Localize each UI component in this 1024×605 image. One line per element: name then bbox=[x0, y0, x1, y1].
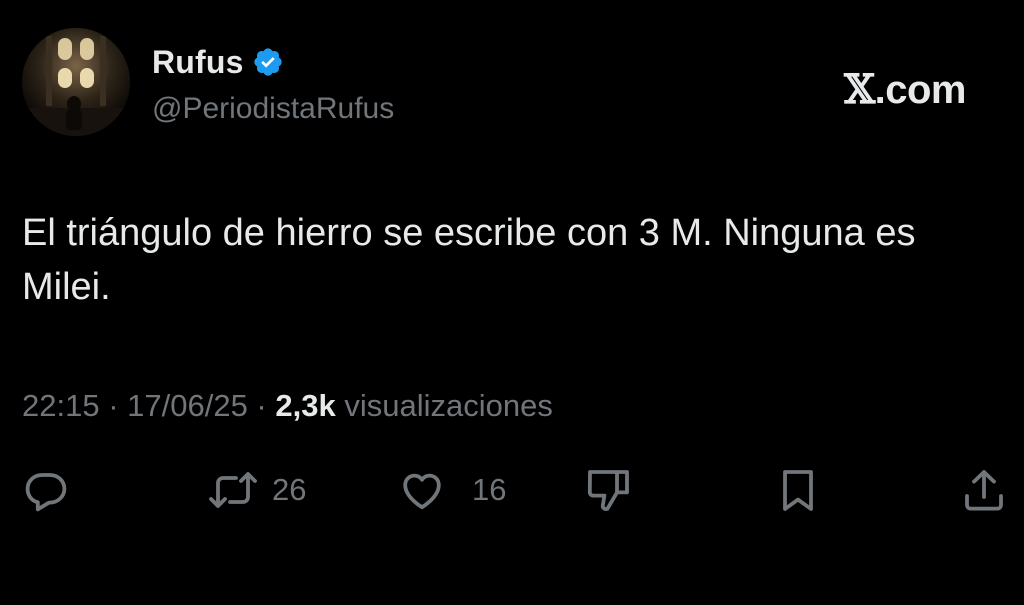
brand-logo: 𝕏.com bbox=[844, 66, 966, 113]
reply-icon bbox=[25, 473, 67, 512]
avatar[interactable] bbox=[22, 28, 130, 136]
share-icon bbox=[965, 470, 1003, 511]
x-logo-mark: 𝕏 bbox=[844, 66, 875, 113]
views-count: 2,3k bbox=[275, 388, 336, 423]
meta-separator: · bbox=[99, 388, 128, 423]
tweet-date[interactable]: 17/06/25 bbox=[127, 388, 248, 423]
author-names: Rufus @PeriodistaRufus bbox=[152, 42, 394, 126]
retweet-count: 26 bbox=[272, 472, 307, 507]
tweet-time[interactable]: 22:15 bbox=[22, 388, 100, 423]
display-name-row: Rufus bbox=[152, 42, 394, 82]
meta-separator: · bbox=[247, 388, 276, 423]
tweet-text: El triángulo de hierro se escribe con 3 … bbox=[22, 212, 916, 308]
share-button[interactable] bbox=[960, 462, 1008, 518]
bookmark-icon bbox=[783, 470, 813, 511]
dislike-button[interactable] bbox=[584, 462, 636, 518]
thumbs-down-icon bbox=[587, 470, 629, 511]
reply-button[interactable] bbox=[22, 462, 82, 518]
like-count: 16 bbox=[472, 472, 507, 507]
like-button[interactable]: 16 bbox=[398, 462, 506, 518]
tweet-header: Rufus @PeriodistaRufus 𝕏.com bbox=[22, 28, 1002, 138]
avatar-image bbox=[22, 28, 130, 136]
retweet-icon bbox=[209, 472, 257, 508]
retweet-button[interactable]: 26 bbox=[206, 462, 306, 518]
heart-icon bbox=[403, 473, 441, 510]
author-handle[interactable]: @PeriodistaRufus bbox=[152, 92, 394, 126]
views-label: visualizaciones bbox=[344, 388, 553, 423]
tweet-meta: 22:15 · 17/06/25 · 2,3k visualizaciones bbox=[22, 388, 553, 424]
tweet-card: Rufus @PeriodistaRufus 𝕏.com El triángul… bbox=[0, 0, 1024, 605]
brand-suffix: .com bbox=[874, 68, 967, 112]
display-name[interactable]: Rufus bbox=[152, 44, 244, 81]
bookmark-button[interactable] bbox=[776, 462, 820, 518]
verified-badge-icon bbox=[252, 46, 284, 78]
action-bar: 26 16 bbox=[0, 462, 1024, 518]
